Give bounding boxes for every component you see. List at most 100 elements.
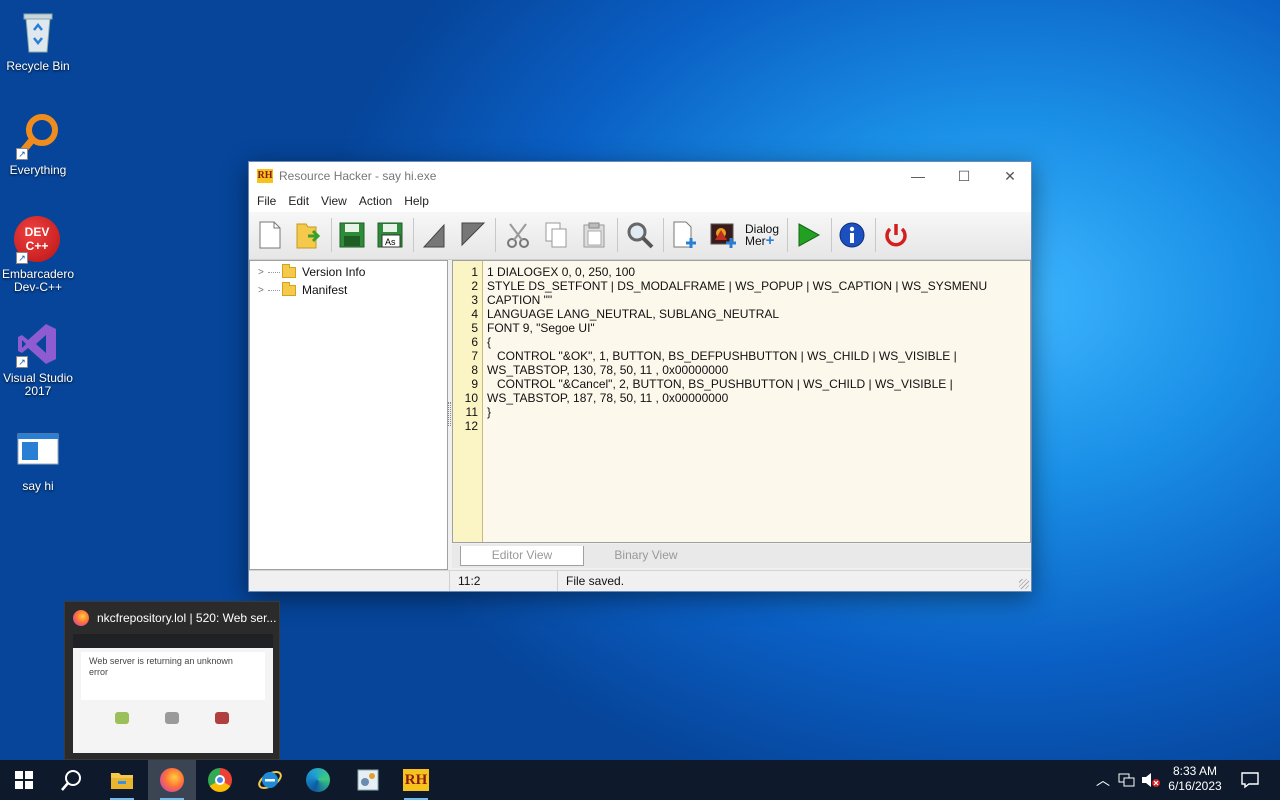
control-panel-icon	[357, 769, 379, 791]
open-folder-icon	[296, 223, 321, 249]
tree-item-label: Version Info	[302, 265, 366, 279]
add-image-icon	[710, 223, 736, 248]
line-number: 12	[464, 419, 478, 433]
search-button[interactable]	[48, 760, 96, 800]
resource-hacker-icon: RH	[403, 769, 429, 791]
tree-item-manifest[interactable]: > Manifest	[258, 281, 347, 299]
copy-button[interactable]	[539, 218, 573, 252]
menu-action[interactable]: Action	[353, 194, 398, 208]
dialog-menu-button[interactable]: Dialog Mer +	[745, 218, 781, 252]
script-editor[interactable]: 1 2 3 4 5 6 7 8 9 10 11 12 1 DIALOGEX 0,…	[452, 260, 1031, 543]
firefox-icon	[73, 610, 89, 626]
start-button[interactable]	[0, 760, 48, 800]
chevron-right-icon[interactable]: >	[258, 267, 268, 278]
line-number: 2	[471, 279, 478, 293]
file-explorer-icon	[111, 773, 133, 789]
volume-button[interactable]	[1138, 760, 1164, 800]
about-button[interactable]	[835, 218, 869, 252]
back-button[interactable]	[417, 218, 451, 252]
recycle-bin-icon	[14, 8, 62, 56]
dialog-menu-label-2: Mer	[745, 234, 766, 248]
edge-taskbar-button[interactable]	[294, 760, 342, 800]
save-button[interactable]	[335, 218, 369, 252]
browser-ok-icon	[115, 712, 129, 724]
tree-item-label: Manifest	[302, 283, 348, 297]
tab-editor-view[interactable]: Editor View	[460, 546, 584, 566]
info-icon	[839, 222, 865, 248]
notification-icon	[1241, 772, 1259, 789]
chevron-right-icon[interactable]: >	[258, 285, 268, 296]
menu-view[interactable]: View	[315, 194, 353, 208]
settings-app-button[interactable]	[344, 760, 392, 800]
resource-hacker-taskbar-button[interactable]: RH	[392, 760, 440, 800]
save-as-button[interactable]: As	[373, 218, 407, 252]
paste-button[interactable]	[577, 218, 611, 252]
line-number: 11	[465, 405, 478, 419]
line-number: 3	[471, 293, 478, 307]
file-explorer-button[interactable]	[98, 760, 146, 800]
firefox-taskbar-button[interactable]	[148, 760, 196, 800]
chrome-icon	[208, 768, 232, 792]
desktop-icon-label: Embarcadero Dev-C++	[1, 267, 75, 294]
preview-title-text: nkcfrepository.lol | 520: Web ser...	[97, 611, 277, 625]
menu-file[interactable]: File	[251, 194, 282, 208]
server-error-icon	[215, 712, 229, 724]
chrome-taskbar-button[interactable]	[196, 760, 244, 800]
play-icon	[798, 223, 821, 247]
view-tabs: Editor View Binary View	[452, 544, 1031, 568]
copy-icon	[545, 222, 567, 248]
internet-explorer-button[interactable]	[246, 760, 294, 800]
title-bar[interactable]: RH Resource Hacker - say hi.exe — ☐ ✕	[249, 162, 1031, 190]
find-button[interactable]	[623, 218, 657, 252]
menu-edit[interactable]: Edit	[282, 194, 315, 208]
status-bar: 11:2 File saved.	[249, 570, 1031, 591]
cut-button[interactable]	[501, 218, 535, 252]
shortcut-arrow-icon: ↗	[16, 356, 28, 368]
clock[interactable]: 8:33 AM 6/16/2023	[1164, 764, 1226, 794]
resource-tree: > Version Info > Manifest	[249, 260, 448, 570]
exe-file-icon	[14, 428, 62, 476]
clock-time: 8:33 AM	[1172, 764, 1218, 778]
minimize-button[interactable]: —	[895, 162, 941, 190]
show-hidden-icons-button[interactable]: ︿	[1090, 760, 1116, 800]
code-line: FONT 9, "Segoe UI"	[487, 321, 595, 335]
maximize-button[interactable]: ☐	[941, 162, 987, 190]
resize-grip[interactable]	[1019, 579, 1029, 589]
menu-bar: File Edit View Action Help	[249, 190, 1031, 212]
new-file-button[interactable]	[253, 218, 287, 252]
preview-thumbnail[interactable]: Web server is returning an unknown error	[73, 634, 273, 753]
panel-splitter[interactable]	[448, 402, 451, 426]
desktop-icon-visual-studio[interactable]: ↗ Visual Studio 2017	[0, 320, 76, 398]
taskbar-thumbnail-preview[interactable]: nkcfrepository.lol | 520: Web ser... Web…	[64, 601, 280, 760]
desktop-icon-recycle-bin[interactable]: Recycle Bin	[0, 8, 76, 73]
internet-explorer-icon	[258, 771, 282, 789]
compile-run-button[interactable]	[791, 218, 825, 252]
line-number: 9	[471, 377, 478, 391]
desktop-icon-everything[interactable]: ↗ Everything	[0, 112, 76, 177]
add-resource-icon	[673, 221, 696, 248]
network-icon	[1118, 773, 1135, 787]
line-number: 10	[464, 391, 478, 405]
network-button[interactable]	[1114, 760, 1140, 800]
action-center-button[interactable]	[1230, 760, 1270, 800]
forward-button[interactable]	[455, 218, 489, 252]
add-resource-button[interactable]	[669, 218, 703, 252]
close-button[interactable]: ✕	[987, 162, 1033, 190]
add-image-button[interactable]	[707, 218, 741, 252]
line-number-gutter: 1 2 3 4 5 6 7 8 9 10 11 12	[453, 261, 483, 542]
open-file-button[interactable]	[291, 218, 325, 252]
tree-item-version-info[interactable]: > Version Info	[258, 263, 365, 281]
firefox-icon	[160, 768, 184, 792]
menu-help[interactable]: Help	[398, 194, 435, 208]
visual-studio-icon: ↗	[14, 320, 62, 368]
exit-button[interactable]	[879, 218, 913, 252]
desktop-icon-say-hi[interactable]: say hi	[0, 428, 76, 493]
tab-binary-view[interactable]: Binary View	[584, 546, 708, 566]
desktop-icon-label: Visual Studio 2017	[3, 371, 73, 398]
code-line: CAPTION ""	[487, 293, 553, 307]
line-number: 5	[471, 321, 478, 335]
code-line: WS_TABSTOP, 187, 78, 50, 11 , 0x00000000	[487, 391, 729, 405]
everything-icon: ↗	[14, 112, 62, 160]
desktop-icon-devcpp[interactable]: DEV C++ ↗ Embarcadero Dev-C++	[0, 216, 76, 294]
code-line: LANGUAGE LANG_NEUTRAL, SUBLANG_NEUTRAL	[487, 307, 780, 321]
